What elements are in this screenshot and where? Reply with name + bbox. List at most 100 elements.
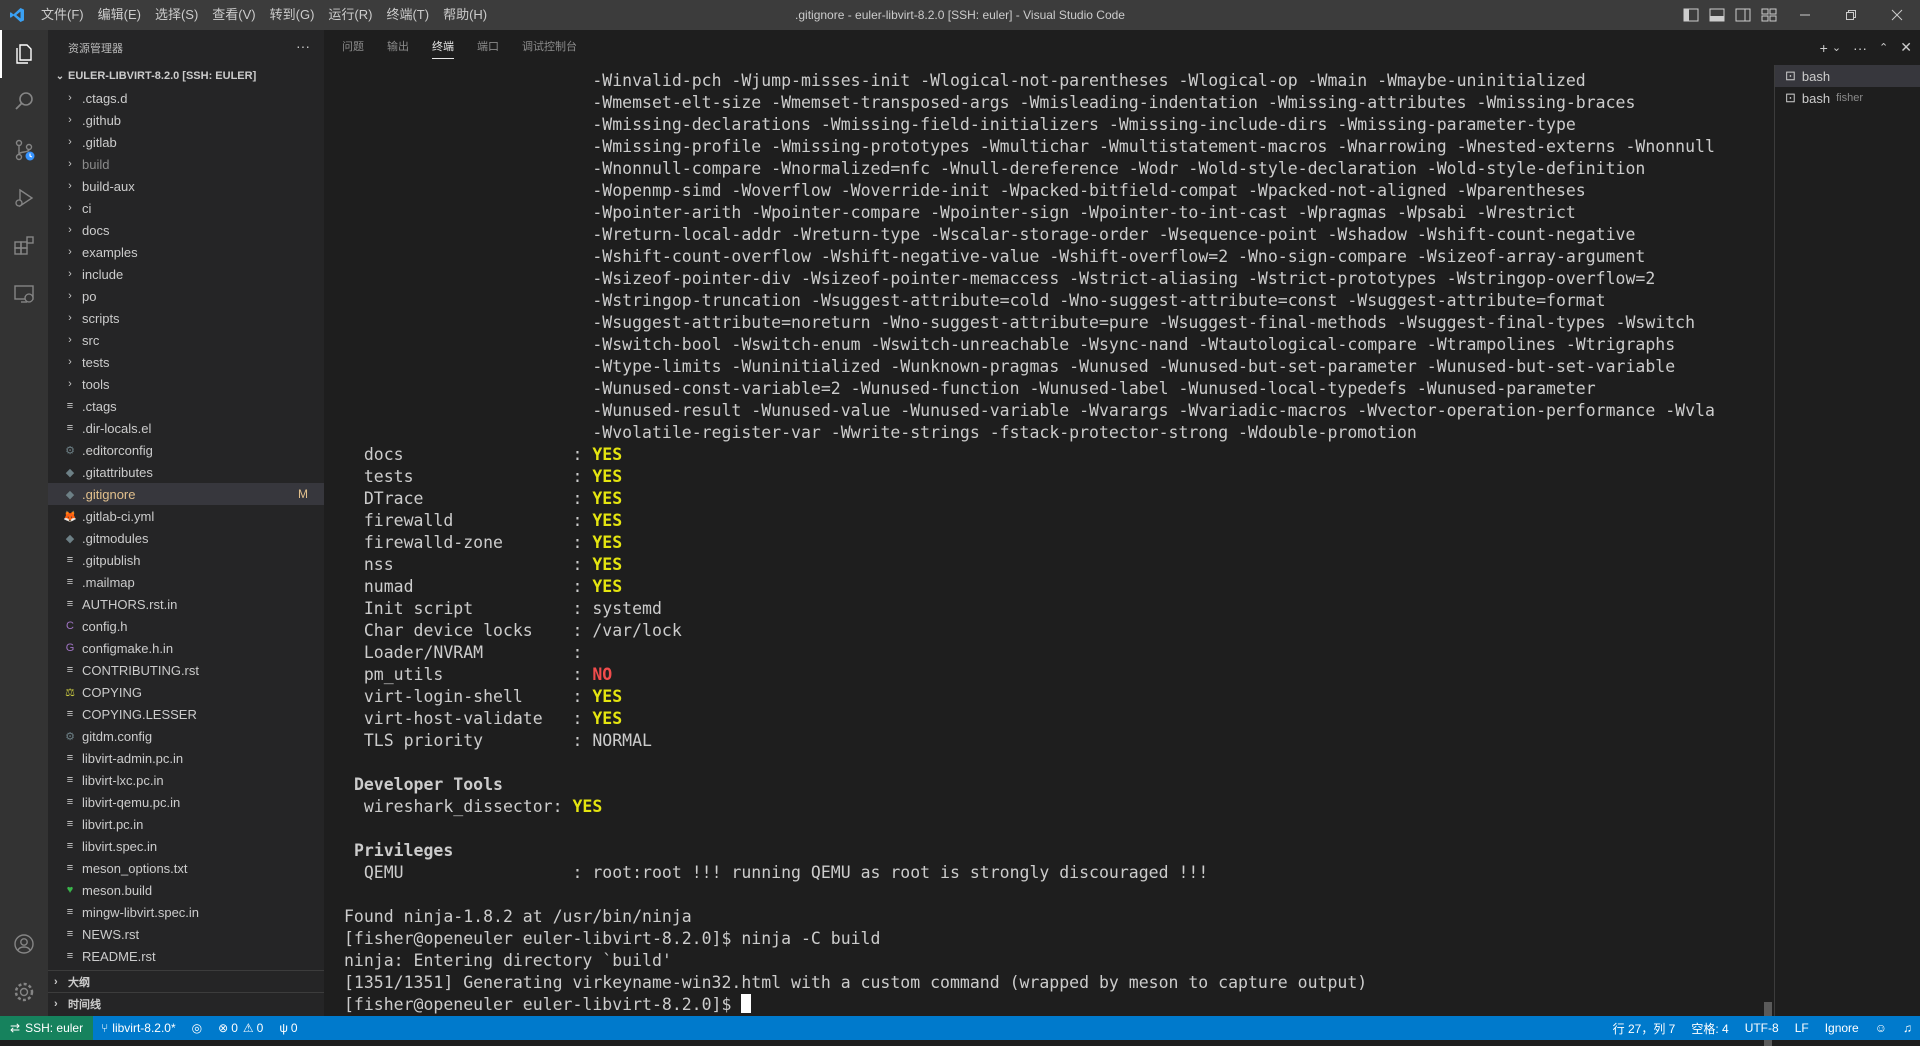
tree-file[interactable]: ≡ CONTRIBUTING.rst <box>48 659 324 681</box>
terminal-output[interactable]: -Winvalid-pch -Wjump-misses-init -Wlogic… <box>344 70 1744 1016</box>
problems-indicator[interactable]: ⊗ 0 ⚠ 0 <box>210 1021 271 1035</box>
tab-ports[interactable]: 端口 <box>477 30 499 65</box>
menu-view[interactable]: 查看(V) <box>205 0 262 30</box>
explorer-icon[interactable] <box>0 30 48 78</box>
tree-file[interactable]: ≡ libvirt-qemu.pc.in <box>48 791 324 813</box>
search-icon[interactable] <box>0 78 48 126</box>
tree-file[interactable]: 🦊 .gitlab-ci.yml <box>48 505 324 527</box>
tree-file[interactable]: ≡ libvirt.pc.in <box>48 813 324 835</box>
tree-folder[interactable]: › .ctags.d <box>48 87 324 109</box>
tree-file[interactable]: ◆ .gitignore M <box>48 483 324 505</box>
tree-file[interactable]: ≡ NEWS.rst <box>48 923 324 945</box>
tree-folder[interactable]: › build-aux <box>48 175 324 197</box>
menu-selection[interactable]: 选择(S) <box>148 0 205 30</box>
sync-indicator[interactable]: ◎ <box>184 1021 210 1035</box>
remote-indicator[interactable]: ⇄ SSH: euler <box>0 1016 94 1040</box>
toggle-sidebar-icon[interactable] <box>1678 0 1704 30</box>
tree-file[interactable]: ◆ .gitmodules <box>48 527 324 549</box>
outline-section[interactable]: › 大纲 <box>48 970 324 993</box>
tree-folder[interactable]: › tools <box>48 373 324 395</box>
tree-folder[interactable]: › ci <box>48 197 324 219</box>
restore-icon[interactable] <box>1828 0 1874 30</box>
tree-file[interactable]: ⚙ gitdm.config <box>48 725 324 747</box>
tree-file[interactable]: ◆ .gitattributes <box>48 461 324 483</box>
menu-run[interactable]: 运行(R) <box>321 0 379 30</box>
language-mode[interactable]: Ignore <box>1817 1021 1867 1035</box>
tree-file[interactable]: ≡ AUTHORS.rst.in <box>48 593 324 615</box>
minimize-icon[interactable] <box>1782 0 1828 30</box>
tree-file[interactable]: ⚙ .editorconfig <box>48 439 324 461</box>
menu-file[interactable]: 文件(F) <box>34 0 91 30</box>
tree-file[interactable]: ≡ .mailmap <box>48 571 324 593</box>
tree-file[interactable]: ≡ COPYING.LESSER <box>48 703 324 725</box>
terminal-instance[interactable]: ⊡ bash fisher <box>1775 87 1920 109</box>
chevron-right-icon: › <box>68 312 72 324</box>
tree-file[interactable]: ⚖ COPYING <box>48 681 324 703</box>
tab-output[interactable]: 输出 <box>387 30 409 65</box>
more-actions-icon[interactable]: ··· <box>296 38 310 54</box>
accounts-icon[interactable] <box>0 920 48 968</box>
tree-file[interactable]: Cconfig.h <box>48 615 324 637</box>
tree-file[interactable]: ≡ libvirt-lxc.pc.in <box>48 769 324 791</box>
terminal-line: [fisher@openeuler euler-libvirt-8.2.0]$ … <box>344 928 1744 950</box>
terminal-instance[interactable]: ⊡ bash <box>1775 65 1920 87</box>
tree-folder[interactable]: › po <box>48 285 324 307</box>
tree-folder[interactable]: › tests <box>48 351 324 373</box>
extensions-icon[interactable] <box>0 222 48 270</box>
indentation[interactable]: 空格: 4 <box>1683 1020 1736 1037</box>
feedback-icon[interactable]: ☺ <box>1867 1021 1895 1035</box>
run-debug-icon[interactable] <box>0 174 48 222</box>
menu-terminal[interactable]: 终端(T) <box>379 0 436 30</box>
notifications-bell-icon[interactable]: ♫ <box>1895 1021 1920 1035</box>
menu-go[interactable]: 转到(G) <box>263 0 322 30</box>
tree-file[interactable]: ♥ meson.build <box>48 879 324 901</box>
tree-file[interactable]: ≡ mingw-libvirt.spec.in <box>48 901 324 923</box>
tab-problems[interactable]: 问题 <box>342 30 364 65</box>
tree-folder[interactable]: › scripts <box>48 307 324 329</box>
tree-file[interactable]: ≡ .dir-locals.el <box>48 417 324 439</box>
toggle-panel-icon[interactable] <box>1704 0 1730 30</box>
tree-folder[interactable]: › include <box>48 263 324 285</box>
tree-folder[interactable]: › examples <box>48 241 324 263</box>
timeline-section[interactable]: › 时间线 <box>48 992 324 1015</box>
chevron-down-icon[interactable]: ⌄ <box>1832 41 1841 54</box>
tree-file[interactable]: ≡ meson_options.txt <box>48 857 324 879</box>
menu-edit[interactable]: 编辑(E) <box>91 0 148 30</box>
tree-file[interactable]: ≡ libvirt.spec.in <box>48 835 324 857</box>
tree-file[interactable]: Gconfigmake.h.in <box>48 637 324 659</box>
option-key: docs : <box>344 445 593 464</box>
tab-debug-console[interactable]: 调试控制台 <box>522 30 577 65</box>
remote-explorer-icon[interactable] <box>0 270 48 318</box>
encoding[interactable]: UTF-8 <box>1737 1021 1787 1035</box>
branch-indicator[interactable]: ⑂ libvirt-8.2.0* <box>93 1021 184 1035</box>
more-actions-icon[interactable]: ··· <box>1853 40 1867 56</box>
menu-help[interactable]: 帮助(H) <box>436 0 494 30</box>
close-panel-icon[interactable]: ✕ <box>1900 39 1912 56</box>
tree-folder[interactable]: › .github <box>48 109 324 131</box>
tab-terminal[interactable]: 终端 <box>432 30 454 65</box>
terminal-line: docs : YES <box>344 444 1744 466</box>
customize-layout-icon[interactable] <box>1756 0 1782 30</box>
tree-folder[interactable]: › src <box>48 329 324 351</box>
terminal-line: Developer Tools <box>344 774 1744 796</box>
tree-file[interactable]: ≡ libvirt-admin.pc.in <box>48 747 324 769</box>
new-terminal-icon[interactable]: + <box>1820 40 1828 56</box>
compiler-flags-text: -Wreturn-local-addr -Wreturn-type -Wscal… <box>592 225 1636 244</box>
tree-folder[interactable]: › .gitlab <box>48 131 324 153</box>
terminal-line: Char device locks : /var/lock <box>344 620 1744 642</box>
ports-indicator[interactable]: ψ 0 <box>271 1021 305 1035</box>
tree-folder[interactable]: › docs <box>48 219 324 241</box>
tree-file[interactable]: ≡ README.rst <box>48 945 324 967</box>
end-of-line[interactable]: LF <box>1787 1021 1817 1035</box>
settings-gear-icon[interactable] <box>0 968 48 1016</box>
workspace-root[interactable]: ⌄ EULER-LIBVIRT-8.2.0 [SSH: EULER] <box>48 65 324 87</box>
toggle-secondary-sidebar-icon[interactable] <box>1730 0 1756 30</box>
tree-file[interactable]: ≡ .gitpublish <box>48 549 324 571</box>
compiler-flags-text: -Wpointer-arith -Wpointer-compare -Wpoin… <box>592 203 1576 222</box>
tree-folder[interactable]: › build <box>48 153 324 175</box>
maximize-panel-icon[interactable]: ⌃ <box>1879 41 1888 54</box>
cursor-position[interactable]: 行 27，列 7 <box>1605 1020 1684 1037</box>
tree-file[interactable]: ≡ .ctags <box>48 395 324 417</box>
source-control-icon[interactable] <box>0 126 48 174</box>
close-icon[interactable] <box>1874 0 1920 30</box>
